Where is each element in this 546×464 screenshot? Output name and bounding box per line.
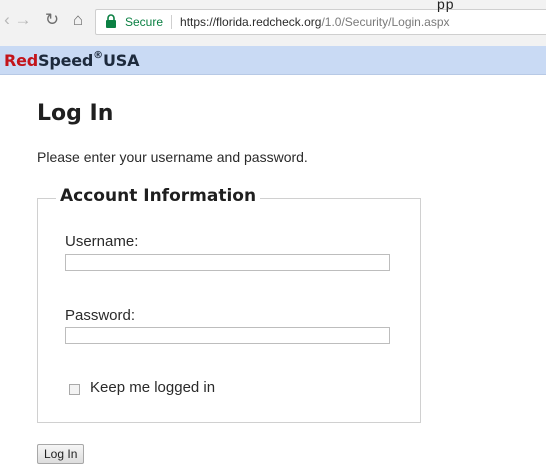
account-information-fieldset: Account Information Username: Password: … — [37, 186, 421, 423]
password-label: Password: — [65, 307, 136, 324]
redspeed-logo: RedSpeed®USA — [4, 50, 140, 70]
home-icon[interactable]: ⌂ — [68, 9, 88, 29]
reload-icon[interactable]: ↻ — [42, 9, 62, 29]
secure-label: Secure — [125, 15, 164, 29]
lock-icon — [105, 14, 119, 30]
keep-logged-in-label[interactable]: Keep me logged in — [90, 379, 215, 396]
page-title: Log In — [37, 101, 114, 126]
back-arrow-icon[interactable]: ‹ — [0, 9, 14, 29]
address-separator — [171, 15, 173, 29]
username-label: Username: — [65, 233, 139, 250]
keep-logged-in-checkbox[interactable] — [69, 384, 80, 395]
logo-red-text: Red — [4, 50, 39, 70]
account-information-legend: Account Information — [56, 186, 261, 206]
brand-banner: RedSpeed®USA — [0, 46, 546, 75]
url-host: https://florida.redcheck.org — [180, 15, 322, 29]
forward-arrow-icon[interactable]: → — [13, 9, 33, 29]
log-in-button[interactable]: Log In — [37, 444, 85, 464]
logo-registered-mark: ® — [93, 50, 103, 62]
browser-toolbar: ‹ → ↻ ⌂ Secure https://florida.redcheck.… — [0, 0, 546, 47]
address-bar[interactable]: Secure https://florida.redcheck.org/1.0/… — [95, 9, 546, 35]
password-input[interactable] — [65, 327, 390, 344]
top-right-partial-text: pp — [437, 0, 455, 12]
logo-dark-text: Speed — [38, 50, 94, 70]
login-instructions: Please enter your username and password. — [37, 149, 308, 165]
url-path: /1.0/Security/Login.aspx — [321, 15, 450, 29]
logo-suffix-text: USA — [102, 50, 140, 70]
username-input[interactable] — [65, 254, 390, 271]
